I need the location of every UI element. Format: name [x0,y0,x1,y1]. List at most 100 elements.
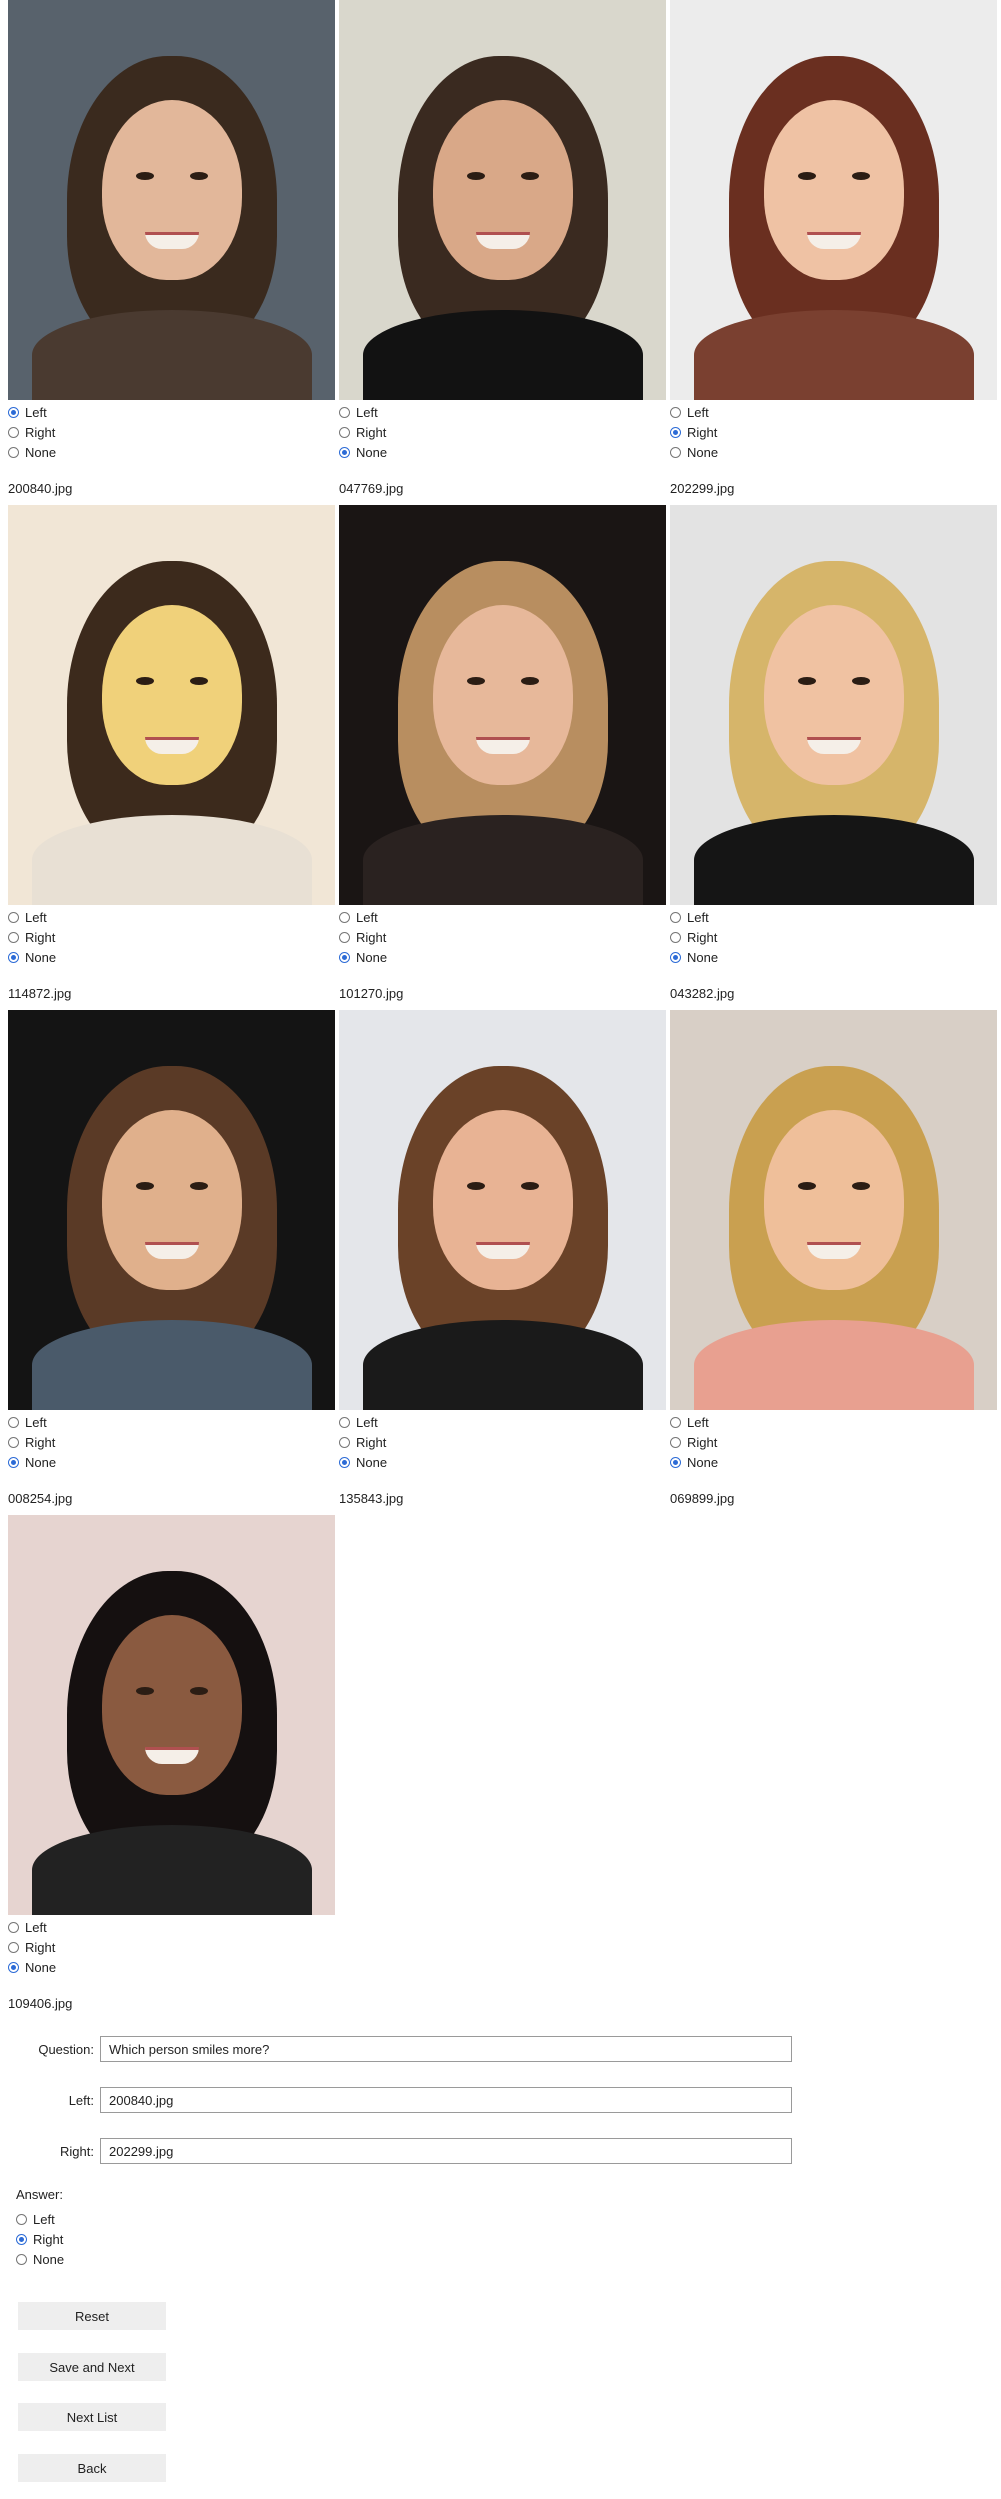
option-left[interactable]: Left [8,1917,56,1937]
shoulders-shape [362,310,643,400]
selection-options: Left Right None [670,402,718,462]
option-none[interactable]: None [8,442,56,462]
option-right[interactable]: Right [8,927,56,947]
radio-right[interactable] [670,426,681,438]
radio-right[interactable] [8,426,19,438]
radio-left[interactable] [670,1416,681,1428]
shoulders-shape [31,815,312,905]
option-left[interactable]: Left [8,907,56,927]
radio-none[interactable] [8,1961,19,1973]
radio-right[interactable] [670,931,681,943]
radio-none[interactable] [670,1456,681,1468]
face-shape [763,1110,904,1290]
left-field[interactable]: 200840.jpg [100,2087,792,2113]
answer-option-right[interactable]: Right [16,2229,64,2249]
option-right[interactable]: Right [8,1937,56,1957]
option-none[interactable]: None [8,1452,56,1472]
option-right[interactable]: Right [8,1432,56,1452]
eye-shape [135,172,154,180]
face-photo [670,1010,997,1410]
option-right[interactable]: Right [339,927,387,947]
option-left[interactable]: Left [8,402,56,422]
selection-options: Left Right None [339,1412,387,1472]
option-none[interactable]: None [339,442,387,462]
option-left[interactable]: Left [8,1412,56,1432]
option-none[interactable]: None [670,442,718,462]
option-left[interactable]: Left [670,402,718,422]
option-label: None [25,444,57,460]
answer-radio-left[interactable] [16,2213,27,2225]
radio-right[interactable] [339,931,350,943]
option-none[interactable]: None [339,1452,387,1472]
option-left[interactable]: Left [670,907,718,927]
eye-shape [189,1687,208,1695]
face-shape [101,1615,242,1795]
image-card: Left Right None 047769.jpg [339,0,666,505]
eye-shape [189,172,208,180]
radio-left[interactable] [670,911,681,923]
image-card: Left Right None 069899.jpg [670,1010,997,1515]
radio-left[interactable] [339,406,350,418]
option-right[interactable]: Right [670,1432,718,1452]
radio-left[interactable] [339,911,350,923]
radio-left[interactable] [8,911,19,923]
image-card: Left Right None 202299.jpg [670,0,997,505]
back-button[interactable]: Back [18,2454,166,2482]
radio-none[interactable] [670,951,681,963]
answer-radio-right[interactable] [16,2233,27,2245]
option-right[interactable]: Right [339,1432,387,1452]
radio-left[interactable] [339,1416,350,1428]
mouth-shape [806,232,861,249]
reset-button[interactable]: Reset [18,2302,166,2330]
option-none[interactable]: None [8,947,56,967]
radio-right[interactable] [8,1436,19,1448]
option-none[interactable]: None [670,947,718,967]
answer-option-left[interactable]: Left [16,2209,64,2229]
face-photo [8,0,335,400]
eye-shape [851,172,870,180]
radio-none[interactable] [339,446,350,458]
answer-radio-none[interactable] [16,2253,27,2265]
shoulders-shape [362,815,643,905]
radio-right[interactable] [8,931,19,943]
option-left[interactable]: Left [339,1412,387,1432]
radio-right[interactable] [670,1436,681,1448]
option-none[interactable]: None [8,1957,56,1977]
option-label: Right [356,1434,387,1450]
answer-option-label: None [33,2251,65,2267]
option-right[interactable]: Right [8,422,56,442]
question-field[interactable]: Which person smiles more? [100,2036,792,2062]
shoulders-shape [31,310,312,400]
option-label: Left [687,909,709,925]
mouth-shape [806,737,861,754]
face-shape [101,605,242,785]
radio-none[interactable] [8,446,19,458]
option-right[interactable]: Right [670,927,718,947]
option-right[interactable]: Right [670,422,718,442]
radio-none[interactable] [339,951,350,963]
option-left[interactable]: Left [339,402,387,422]
radio-none[interactable] [8,951,19,963]
right-field[interactable]: 202299.jpg [100,2138,792,2164]
option-none[interactable]: None [339,947,387,967]
radio-left[interactable] [8,1921,19,1933]
selection-options: Left Right None [670,907,718,967]
option-left[interactable]: Left [670,1412,718,1432]
radio-left[interactable] [8,1416,19,1428]
radio-left[interactable] [8,406,19,418]
radio-none[interactable] [670,446,681,458]
next-list-button[interactable]: Next List [18,2403,166,2431]
radio-right[interactable] [8,1941,19,1953]
option-left[interactable]: Left [339,907,387,927]
radio-right[interactable] [339,1436,350,1448]
answer-option-none[interactable]: None [16,2249,64,2269]
option-none[interactable]: None [670,1452,718,1472]
radio-left[interactable] [670,406,681,418]
radio-right[interactable] [339,426,350,438]
radio-none[interactable] [339,1456,350,1468]
radio-none[interactable] [8,1456,19,1468]
selection-options: Left Right None [8,907,56,967]
save-and-next-button[interactable]: Save and Next [18,2353,166,2381]
option-right[interactable]: Right [339,422,387,442]
eye-shape [135,1687,154,1695]
